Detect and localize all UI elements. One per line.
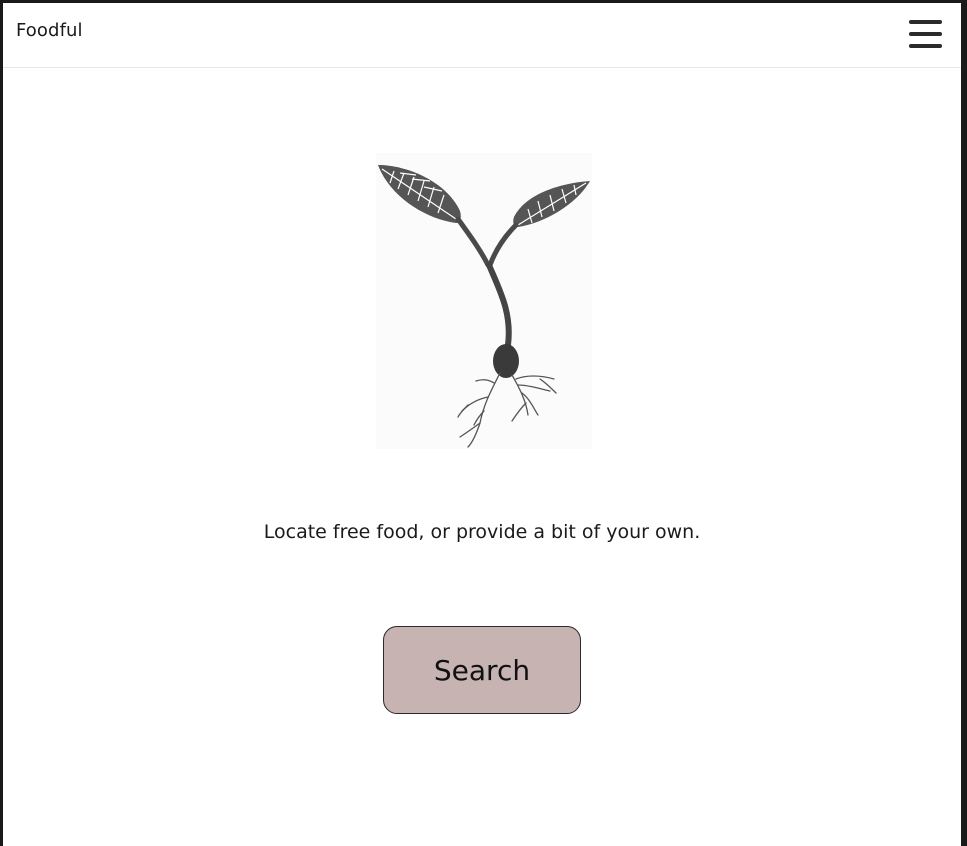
navbar: Foodful xyxy=(3,3,961,68)
brand-link[interactable]: Foodful xyxy=(16,20,83,41)
seedling-illustration xyxy=(376,153,592,449)
menu-bar xyxy=(909,32,942,36)
menu-bar xyxy=(909,20,942,24)
menu-bar xyxy=(909,44,942,48)
app-window: Foodful Locate free food, or provide a b… xyxy=(3,3,961,846)
seedling-icon xyxy=(378,165,590,448)
tagline: Locate free food, or provide a bit of yo… xyxy=(263,521,701,543)
hamburger-menu-icon[interactable] xyxy=(909,20,942,48)
search-button[interactable]: Search xyxy=(383,626,581,714)
